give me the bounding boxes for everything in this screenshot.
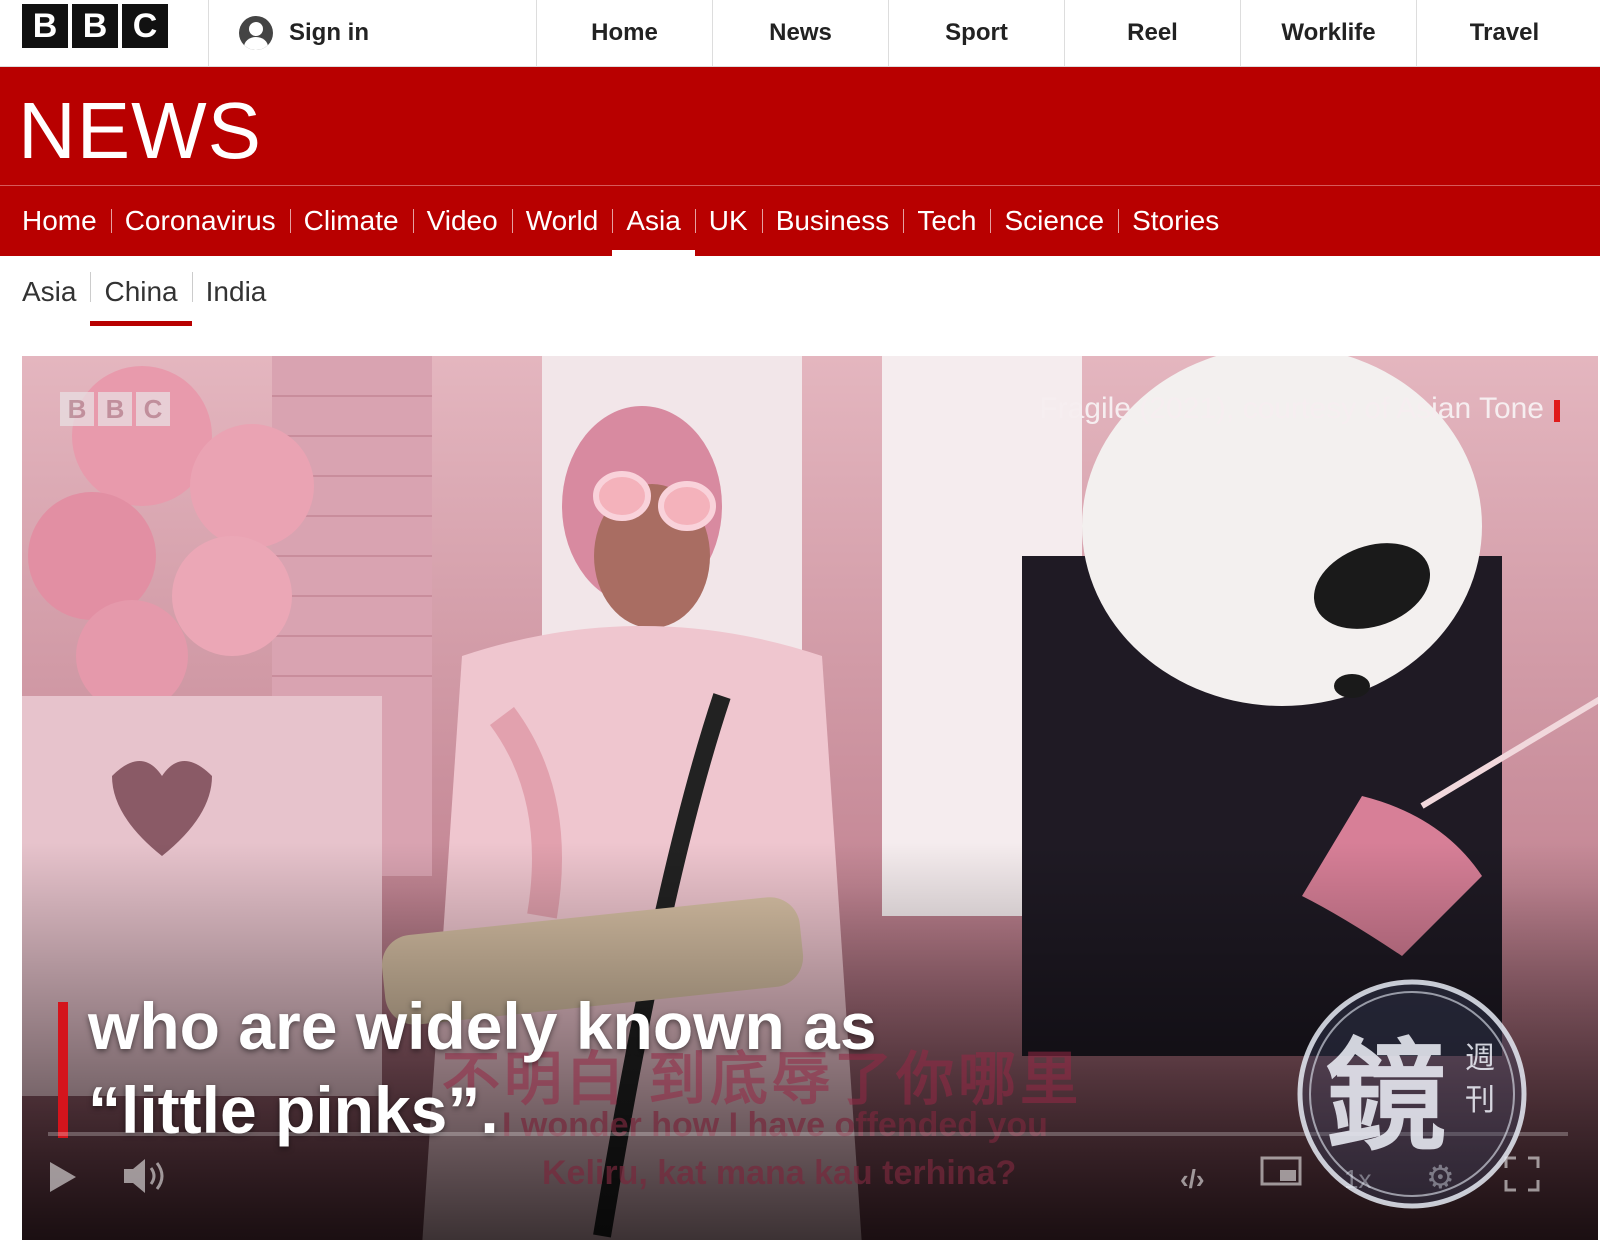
mirror-media-badge-char: 週	[1465, 1041, 1495, 1076]
sign-in-button[interactable]: Sign in	[208, 0, 534, 66]
bbc-logo-letter: C	[122, 4, 168, 48]
bbc-watermark-letter: C	[136, 392, 170, 426]
section-nav-tech[interactable]: Tech	[903, 186, 990, 256]
section-nav-business[interactable]: Business	[761, 186, 904, 256]
caption-accent-bar	[58, 1002, 68, 1138]
mirror-media-badge-char: 鏡	[1326, 1028, 1446, 1167]
section-nav-video[interactable]: Video	[412, 186, 512, 256]
section-nav-asia[interactable]: Asia	[612, 186, 696, 256]
mirror-media-badge-char: 刊	[1465, 1083, 1495, 1118]
section-nav-home[interactable]: Home	[8, 186, 111, 256]
section-nav-uk[interactable]: UK	[694, 186, 762, 256]
section-nav-coronavirus[interactable]: Coronavirus	[110, 186, 290, 256]
global-nav-reel[interactable]: Reel	[1064, 0, 1240, 66]
bbc-logo[interactable]: B B C	[22, 4, 168, 48]
sub-nav-china[interactable]: China	[90, 258, 192, 326]
malay-subtitle: Keliru, kat mana kau terhina?	[542, 1154, 1017, 1192]
sub-navigation: Asia China India	[0, 258, 280, 326]
sub-nav-india[interactable]: India	[191, 258, 281, 326]
user-icon	[239, 16, 273, 50]
video-caption: who are widely known as “little pinks”.	[88, 984, 988, 1152]
sign-in-label: Sign in	[289, 19, 369, 46]
embed-icon[interactable]: ‹/›	[1180, 1164, 1205, 1195]
sub-nav-asia[interactable]: Asia	[8, 258, 90, 326]
video-credit: Fragile (2021), courtesy of Asian Tone	[1039, 392, 1544, 425]
section-nav-stories[interactable]: Stories	[1118, 186, 1233, 256]
section-nav-science[interactable]: Science	[990, 186, 1118, 256]
global-nav-links: Home News Sport Reel Worklife Travel	[536, 0, 1592, 66]
global-navigation: B B C Sign in Home News Sport Reel Workl…	[0, 0, 1600, 67]
section-nav-world[interactable]: World	[511, 186, 613, 256]
bbc-logo-letter: B	[72, 4, 118, 48]
global-nav-worklife[interactable]: Worklife	[1240, 0, 1416, 66]
section-nav-climate[interactable]: Climate	[289, 186, 413, 256]
global-nav-news[interactable]: News	[712, 0, 888, 66]
bbc-watermark: B B C	[60, 392, 170, 426]
video-player[interactable]: B B C Fragile (2021), courtesy of Asian …	[22, 356, 1598, 1240]
global-nav-travel[interactable]: Travel	[1416, 0, 1592, 66]
play-icon[interactable]	[48, 1160, 78, 1199]
section-navigation: Home Coronavirus Climate Video World Asi…	[0, 186, 1600, 256]
global-nav-sport[interactable]: Sport	[888, 0, 1064, 66]
caption-line-2: “little pinks”.	[88, 1073, 499, 1147]
news-wordmark[interactable]: NEWS	[18, 85, 262, 177]
caption-line-1: who are widely known as	[88, 989, 877, 1063]
credit-accent-bar	[1554, 400, 1560, 422]
news-header: NEWS	[0, 67, 1600, 186]
mirror-media-logo: 鏡 週 刊	[1294, 976, 1530, 1212]
bbc-logo-letter: B	[22, 4, 68, 48]
global-nav-home[interactable]: Home	[536, 0, 712, 66]
volume-icon[interactable]	[122, 1156, 168, 1201]
bbc-watermark-letter: B	[60, 392, 94, 426]
bbc-watermark-letter: B	[98, 392, 132, 426]
